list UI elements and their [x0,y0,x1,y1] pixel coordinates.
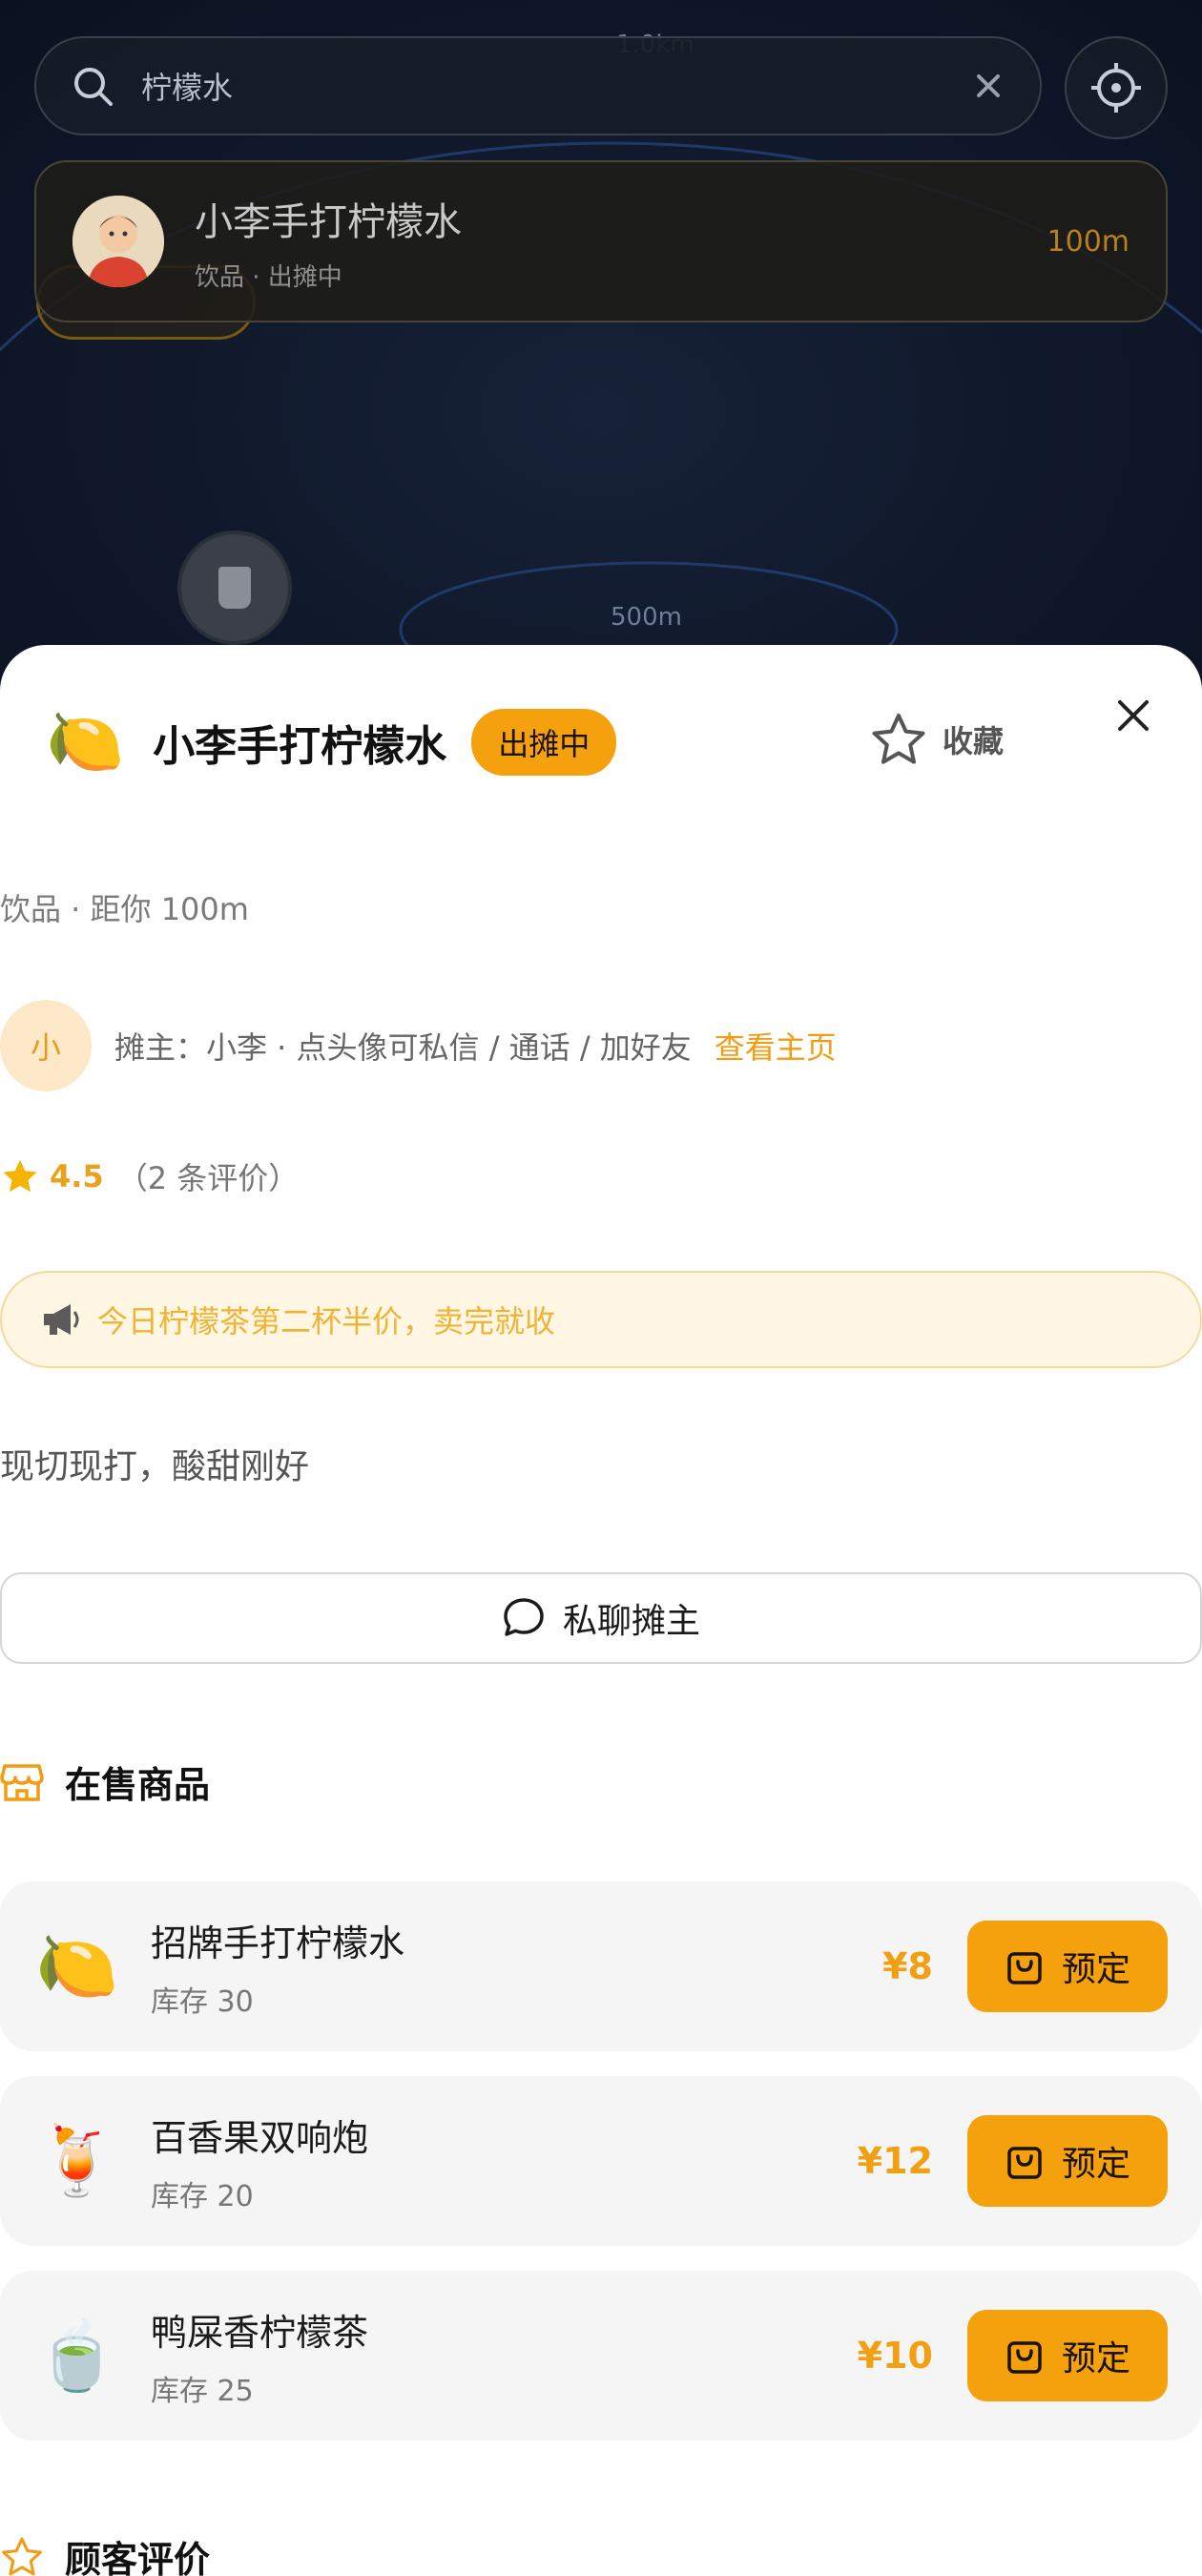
view-profile-link[interactable]: 查看主页 [715,1024,837,1068]
stall-meta: 饮品 · 距你 100m [0,891,249,927]
product-name: 百香果双响炮 [151,2116,369,2159]
chat-owner-label: 私聊摊主 [562,1602,700,1641]
products-section-title: 在售商品 [65,1764,211,1806]
megaphone-icon [44,1304,79,1335]
result-title: 小李手打柠檬水 [195,199,462,244]
search-result-card[interactable]: 小李手打柠檬水 饮品 · 出摊中 100m [34,160,1168,322]
stall-detail-sheet: 🍋 小李手打柠檬水 出摊中 收藏 饮品 · 距你 100m 小 摊主：小李 · … [0,645,1202,2576]
announcement-banner: 今日柠檬茶第二杯半价，卖完就收 [0,1271,1202,1368]
cup-icon [218,567,251,609]
result-subtitle: 饮品 · 出摊中 [195,262,342,292]
stall-description: 现切现打，酸甜刚好 [0,1447,310,1486]
announcement-text: 今日柠檬茶第二杯半价，卖完就收 [97,1303,556,1340]
product-price: ¥12 [857,2140,933,2182]
product-stock: 库存 25 [151,2374,254,2408]
reviews-section-title: 顾客评价 [65,2539,211,2576]
product-item[interactable]: 🍋 招牌手打柠檬水 库存 30 ¥8 预定 [0,1881,1202,2051]
reserve-button[interactable]: 预定 [967,1921,1168,2012]
lemon-icon: 🍋 [46,705,125,779]
avatar [73,196,164,287]
product-name: 鸭屎香柠檬茶 [151,2311,369,2354]
locate-button[interactable] [1065,36,1168,139]
reserve-label: 预定 [1061,2339,1130,2379]
product-stock: 库存 20 [151,2179,254,2213]
owner-row: 小 摊主：小李 · 点头像可私信 / 通话 / 加好友 查看主页 [0,1000,837,1091]
product-name: 招牌手打柠檬水 [151,1922,405,1964]
product-price: ¥10 [857,2335,933,2377]
star-outline-icon [872,714,925,764]
owner-info: 摊主：小李 · 点头像可私信 / 通话 / 加好友 [114,1029,692,1066]
stall-title: 小李手打柠檬水 [153,722,447,771]
star-outline-icon [2,2537,42,2575]
product-price: ¥8 [882,1945,933,1987]
product-item[interactable]: 🍹 百香果双响炮 库存 20 ¥12 预定 [0,2076,1202,2246]
crosshair-icon [1091,63,1141,113]
result-distance: 100m [1047,224,1129,259]
shopping-bag-icon [1007,2341,1042,2374]
product-item[interactable]: 🍵 鸭屎香柠檬茶 库存 25 ¥10 预定 [0,2271,1202,2441]
products-section-header: 在售商品 [0,1755,210,1808]
rating-value: 4.5 [50,1158,104,1195]
search-input[interactable]: 柠檬水 [141,64,971,108]
stall-marker[interactable] [177,530,292,645]
chat-owner-button[interactable]: 私聊摊主 [0,1572,1202,1664]
star-filled-icon [3,1159,37,1193]
reserve-button[interactable]: 预定 [967,2310,1168,2401]
status-badge: 出摊中 [471,709,617,776]
shopping-bag-icon [1007,2147,1042,2179]
search-bar[interactable]: 柠檬水 [34,36,1042,135]
product-stock: 库存 30 [151,1984,254,2019]
shopping-bag-icon [1007,1952,1042,1984]
tea-icon: 🍵 [35,2316,119,2395]
clear-icon[interactable] [971,69,1005,103]
lemon-icon: 🍋 [35,1927,119,2005]
chat-bubble-icon [504,1598,544,1636]
favorite-button[interactable]: 收藏 [870,712,1004,767]
reserve-button[interactable]: 预定 [967,2115,1168,2207]
close-icon[interactable] [1114,696,1152,735]
reviews-section-header: 顾客评价 [0,2530,210,2576]
store-icon [0,1763,44,1801]
rating-count: （2 条评价） [116,1160,300,1196]
favorite-label: 收藏 [943,723,1005,759]
reserve-label: 预定 [1061,1950,1130,1989]
cocktail-icon: 🍹 [35,2122,119,2200]
rating-row: 4.5 （2 条评价） [0,1154,299,1198]
person-avatar-icon [73,196,164,287]
map-range-label-near: 500m [611,603,682,632]
search-icon [74,68,113,106]
reserve-label: 预定 [1061,2145,1130,2184]
owner-avatar[interactable]: 小 [0,1000,92,1091]
